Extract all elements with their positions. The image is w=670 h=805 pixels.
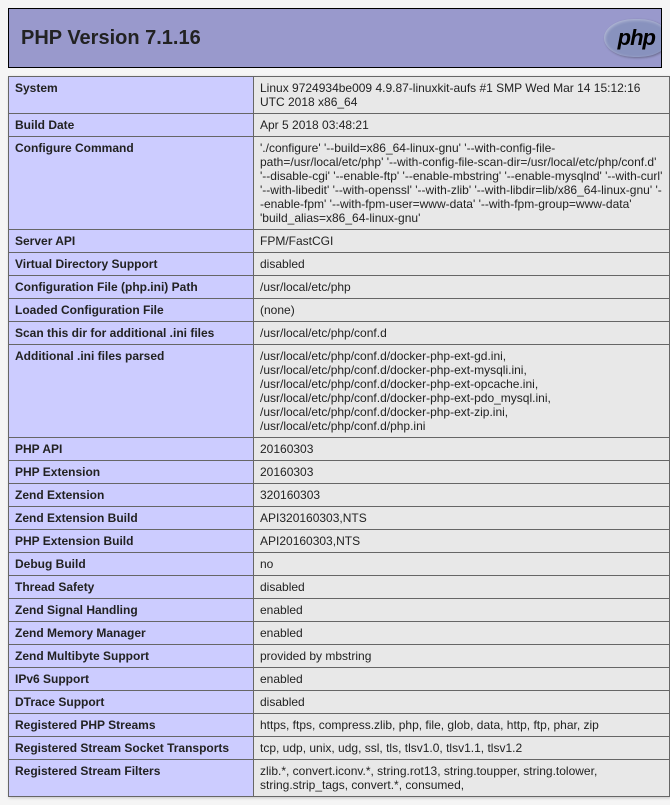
info-label: Scan this dir for additional .ini files xyxy=(9,322,254,345)
info-label: PHP Extension xyxy=(9,461,254,484)
info-row: PHP API20160303 xyxy=(9,438,670,461)
info-label: PHP Extension Build xyxy=(9,530,254,553)
info-label: Zend Memory Manager xyxy=(9,622,254,645)
info-value: 20160303 xyxy=(254,461,670,484)
info-label: Build Date xyxy=(9,114,254,137)
info-row: Thread Safetydisabled xyxy=(9,576,670,599)
info-row: Zend Signal Handlingenabled xyxy=(9,599,670,622)
info-row: Virtual Directory Supportdisabled xyxy=(9,253,670,276)
info-row: Zend Extension320160303 xyxy=(9,484,670,507)
info-value: no xyxy=(254,553,670,576)
info-value: API20160303,NTS xyxy=(254,530,670,553)
info-value: 20160303 xyxy=(254,438,670,461)
info-value: /usr/local/etc/php/conf.d/docker-php-ext… xyxy=(254,345,670,438)
info-row: PHP Extension20160303 xyxy=(9,461,670,484)
info-label: Zend Multibyte Support xyxy=(9,645,254,668)
info-row: Registered Stream Socket Transportstcp, … xyxy=(9,737,670,760)
info-row: SystemLinux 9724934be009 4.9.87-linuxkit… xyxy=(9,77,670,114)
info-label: System xyxy=(9,77,254,114)
info-value: FPM/FastCGI xyxy=(254,230,670,253)
info-label: Zend Signal Handling xyxy=(9,599,254,622)
info-row: Debug Buildno xyxy=(9,553,670,576)
info-row: Scan this dir for additional .ini files/… xyxy=(9,322,670,345)
info-label: Debug Build xyxy=(9,553,254,576)
info-label: Zend Extension xyxy=(9,484,254,507)
info-value: /usr/local/etc/php/conf.d xyxy=(254,322,670,345)
info-value: Linux 9724934be009 4.9.87-linuxkit-aufs … xyxy=(254,77,670,114)
info-label: Registered PHP Streams xyxy=(9,714,254,737)
info-value: enabled xyxy=(254,599,670,622)
info-value: disabled xyxy=(254,253,670,276)
page-header: PHP Version 7.1.16 php xyxy=(8,8,662,68)
info-row: Configuration File (php.ini) Path/usr/lo… xyxy=(9,276,670,299)
info-label: Registered Stream Filters xyxy=(9,760,254,797)
info-row: Configure Command'./configure' '--build=… xyxy=(9,137,670,230)
info-label: Loaded Configuration File xyxy=(9,299,254,322)
info-label: Configuration File (php.ini) Path xyxy=(9,276,254,299)
info-label: Server API xyxy=(9,230,254,253)
info-label: Zend Extension Build xyxy=(9,507,254,530)
info-row: Loaded Configuration File(none) xyxy=(9,299,670,322)
php-logo: php xyxy=(604,19,662,57)
info-value: zlib.*, convert.iconv.*, string.rot13, s… xyxy=(254,760,670,797)
info-value: enabled xyxy=(254,622,670,645)
info-value: (none) xyxy=(254,299,670,322)
info-row: PHP Extension BuildAPI20160303,NTS xyxy=(9,530,670,553)
info-value: enabled xyxy=(254,668,670,691)
info-label: Thread Safety xyxy=(9,576,254,599)
info-value: tcp, udp, unix, udg, ssl, tls, tlsv1.0, … xyxy=(254,737,670,760)
info-label: PHP API xyxy=(9,438,254,461)
info-label: Virtual Directory Support xyxy=(9,253,254,276)
info-value: https, ftps, compress.zlib, php, file, g… xyxy=(254,714,670,737)
info-value: API320160303,NTS xyxy=(254,507,670,530)
info-label: IPv6 Support xyxy=(9,668,254,691)
info-value: disabled xyxy=(254,691,670,714)
info-row: Additional .ini files parsed/usr/local/e… xyxy=(9,345,670,438)
info-row: Zend Extension BuildAPI320160303,NTS xyxy=(9,507,670,530)
info-value: Apr 5 2018 03:48:21 xyxy=(254,114,670,137)
info-row: Build DateApr 5 2018 03:48:21 xyxy=(9,114,670,137)
page-title: PHP Version 7.1.16 xyxy=(21,27,201,50)
info-value: 320160303 xyxy=(254,484,670,507)
phpinfo-table: SystemLinux 9724934be009 4.9.87-linuxkit… xyxy=(8,76,670,797)
info-label: DTrace Support xyxy=(9,691,254,714)
info-row: Zend Multibyte Supportprovided by mbstri… xyxy=(9,645,670,668)
info-row: Registered PHP Streamshttps, ftps, compr… xyxy=(9,714,670,737)
info-row: Server APIFPM/FastCGI xyxy=(9,230,670,253)
info-value: provided by mbstring xyxy=(254,645,670,668)
info-label: Additional .ini files parsed xyxy=(9,345,254,438)
info-value: './configure' '--build=x86_64-linux-gnu'… xyxy=(254,137,670,230)
info-value: disabled xyxy=(254,576,670,599)
info-row: Zend Memory Managerenabled xyxy=(9,622,670,645)
info-label: Registered Stream Socket Transports xyxy=(9,737,254,760)
info-value: /usr/local/etc/php xyxy=(254,276,670,299)
info-row: Registered Stream Filterszlib.*, convert… xyxy=(9,760,670,797)
info-row: DTrace Supportdisabled xyxy=(9,691,670,714)
info-row: IPv6 Supportenabled xyxy=(9,668,670,691)
info-label: Configure Command xyxy=(9,137,254,230)
